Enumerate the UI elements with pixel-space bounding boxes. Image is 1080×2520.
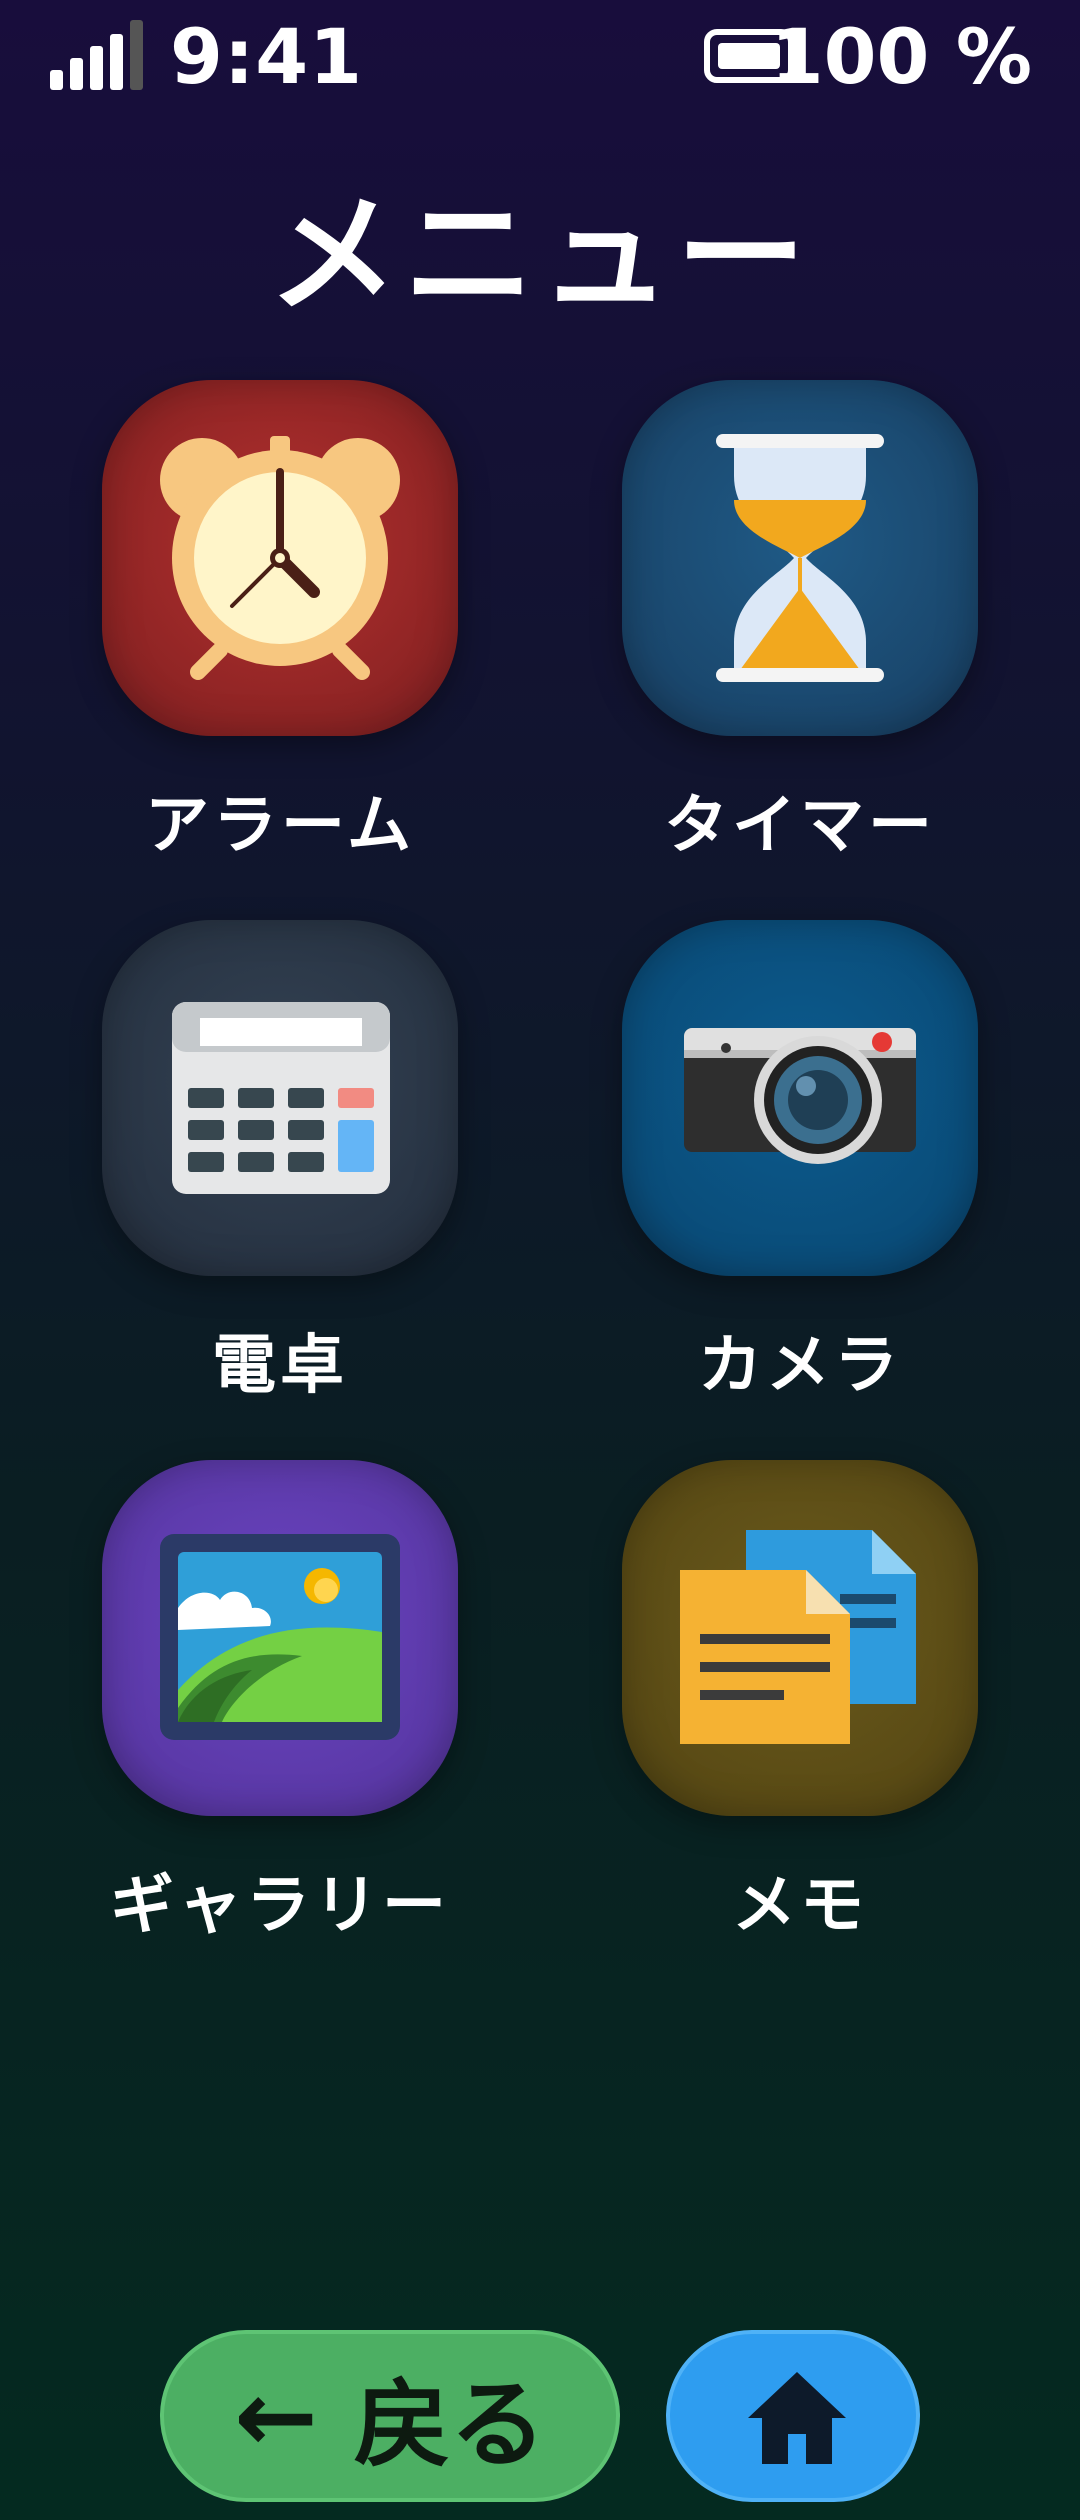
clock-time: 9:41 — [170, 12, 364, 101]
app-icon-timer[interactable] — [622, 380, 978, 736]
app-icon-camera[interactable] — [622, 920, 978, 1276]
home-button[interactable] — [666, 2330, 920, 2502]
home-icon — [748, 2372, 846, 2464]
app-tile-memo[interactable]: メモ — [580, 1460, 1020, 1946]
app-icon-memo[interactable] — [622, 1460, 978, 1816]
notes-icon — [680, 1530, 916, 1744]
app-icon-calculator[interactable] — [102, 920, 458, 1276]
app-label-timer[interactable]: タイマー — [580, 774, 1020, 866]
arrow-left-icon: ← — [234, 2357, 318, 2475]
camera-icon — [684, 1028, 916, 1164]
app-tile-calculator[interactable]: 電卓 — [60, 920, 500, 1406]
app-tile-alarm[interactable]: アラーム — [60, 380, 500, 866]
app-label-memo[interactable]: メモ — [580, 1854, 1020, 1946]
status-bar: 9:41 100 % — [0, 0, 1080, 110]
alarm-clock-icon — [160, 436, 400, 680]
app-label-alarm[interactable]: アラーム — [60, 774, 500, 866]
app-icon-gallery[interactable] — [102, 1460, 458, 1816]
page-title: メニュー — [267, 179, 812, 331]
app-tile-camera[interactable]: カメラ — [580, 920, 1020, 1406]
app-icon-alarm[interactable] — [102, 380, 458, 736]
battery-percent: 100 % — [770, 12, 1032, 101]
signal-bars-icon — [50, 20, 143, 90]
back-button[interactable]: ← 戻る — [160, 2330, 620, 2502]
back-button-label: 戻る — [353, 2368, 546, 2481]
app-label-calculator[interactable]: 電卓 — [60, 1314, 500, 1406]
calculator-icon — [172, 1002, 390, 1194]
app-label-gallery[interactable]: ギャラリー — [60, 1854, 500, 1946]
app-tile-gallery[interactable]: ギャラリー — [60, 1460, 500, 1946]
app-tile-timer[interactable]: タイマー — [580, 380, 1020, 866]
picture-icon — [160, 1534, 400, 1740]
hourglass-icon — [716, 434, 884, 682]
app-label-camera[interactable]: カメラ — [580, 1314, 1020, 1406]
